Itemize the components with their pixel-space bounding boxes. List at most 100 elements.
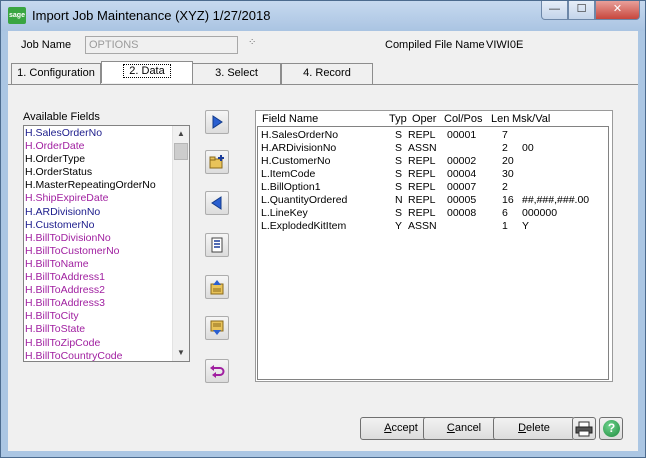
list-item[interactable]: H.OrderDate bbox=[24, 140, 174, 153]
table-row[interactable]: H.CustomerNo S REPL 00002 20 bbox=[258, 155, 608, 168]
add-all-fields-button[interactable] bbox=[205, 150, 229, 174]
scroll-up-icon[interactable]: ▲ bbox=[173, 126, 189, 142]
add-field-button[interactable] bbox=[205, 110, 229, 134]
cell-field: H.ARDivisionNo bbox=[261, 142, 337, 154]
list-item[interactable]: H.OrderStatus bbox=[24, 166, 174, 179]
delete-hotkey: D bbox=[518, 422, 527, 434]
delete-button[interactable]: Delete bbox=[493, 417, 575, 440]
vertical-scrollbar[interactable]: ▲ ▼ bbox=[172, 126, 189, 361]
cell-typ: Y bbox=[395, 220, 403, 232]
col-header-typ: Typ bbox=[389, 113, 407, 125]
cell-len: 2 bbox=[502, 181, 508, 193]
compiled-file-label: Compiled File Name bbox=[385, 39, 485, 51]
tab-label: 4. Record bbox=[303, 67, 351, 79]
undo-button[interactable] bbox=[205, 359, 229, 383]
client-area: Job Name OPTIONS ⁘ Compiled File Name VI… bbox=[8, 31, 638, 451]
list-item[interactable]: H.CustomerNo bbox=[24, 219, 174, 232]
table-row[interactable]: L.QuantityOrdered N REPL 00005 16 ##,###,###.… bbox=[258, 194, 608, 207]
tab-data[interactable]: 2. Data bbox=[101, 61, 193, 83]
list-item[interactable]: H.BillToCustomerNo bbox=[24, 245, 174, 258]
document-list-icon bbox=[211, 237, 223, 253]
cancel-hotkey: C bbox=[446, 422, 455, 434]
accept-hotkey: A bbox=[384, 422, 392, 434]
tab-label: 2. Data bbox=[123, 64, 171, 78]
col-header-colpos: Col/Pos bbox=[444, 113, 483, 125]
list-item[interactable]: H.BillToDivisionNo bbox=[24, 232, 174, 245]
cell-oper: REPL bbox=[408, 129, 436, 141]
cell-colpos: 00004 bbox=[447, 168, 477, 180]
col-header-field-name: Field Name bbox=[262, 113, 319, 125]
remove-field-button[interactable] bbox=[205, 191, 229, 215]
list-item[interactable]: H.ShipExpireDate bbox=[24, 192, 174, 205]
cell-typ: N bbox=[395, 194, 403, 206]
tab-select[interactable]: 3. Select bbox=[192, 63, 281, 84]
cell-colpos: 00005 bbox=[447, 194, 477, 206]
printer-icon bbox=[575, 421, 593, 437]
table-row[interactable]: L.BillOption1 S REPL 00007 2 bbox=[258, 181, 608, 194]
table-row[interactable]: L.ItemCode S REPL 00004 30 bbox=[258, 168, 608, 181]
list-item[interactable]: H.BillToName bbox=[24, 258, 174, 271]
list-item[interactable]: H.BillToAddress1 bbox=[24, 271, 174, 284]
cell-oper: REPL bbox=[408, 155, 436, 167]
accept-label: ccept bbox=[391, 422, 418, 434]
cell-oper: ASSN bbox=[408, 220, 437, 232]
cell-field: L.ItemCode bbox=[261, 168, 316, 180]
table-row[interactable]: L.LineKey S REPL 00008 6 000000 bbox=[258, 207, 608, 220]
field-list-button[interactable] bbox=[205, 233, 229, 257]
move-up-button[interactable] bbox=[205, 275, 229, 299]
window-title: Import Job Maintenance (XYZ) 1/27/2018 bbox=[32, 8, 271, 23]
list-item[interactable]: H.SalesOrderNo bbox=[24, 127, 174, 140]
cell-oper: REPL bbox=[408, 194, 436, 206]
print-button[interactable] bbox=[572, 417, 596, 440]
col-header-mskval: Msk/Val bbox=[512, 113, 551, 125]
maximize-button[interactable]: ☐ bbox=[568, 1, 595, 20]
tab-configuration[interactable]: 1. Configuration bbox=[11, 63, 101, 84]
cell-field: L.QuantityOrdered bbox=[261, 194, 348, 206]
list-item[interactable]: H.BillToAddress3 bbox=[24, 297, 174, 310]
table-row[interactable]: H.SalesOrderNo S REPL 00001 7 bbox=[258, 129, 608, 142]
list-item[interactable]: H.BillToCountryCode bbox=[24, 350, 174, 361]
cell-len: 1 bbox=[502, 220, 508, 232]
job-name-input[interactable]: OPTIONS bbox=[85, 36, 238, 54]
close-button[interactable]: ✕ bbox=[595, 1, 640, 20]
cell-field: H.CustomerNo bbox=[261, 155, 331, 167]
list-item[interactable]: H.BillToState bbox=[24, 323, 174, 336]
available-fields-list[interactable]: H.SalesOrderNo H.OrderDate H.OrderType H.Or… bbox=[23, 125, 190, 362]
cell-field: L.BillOption1 bbox=[261, 181, 321, 193]
cell-msk: 00 bbox=[522, 142, 534, 154]
scroll-thumb[interactable] bbox=[174, 143, 188, 160]
cell-field: L.LineKey bbox=[261, 207, 308, 219]
list-item[interactable]: H.BillToCity bbox=[24, 310, 174, 323]
import-fields-list[interactable]: H.SalesOrderNo S REPL 00001 7 H.ARDivisionNo S… bbox=[257, 126, 609, 380]
list-item[interactable]: H.OrderType bbox=[24, 153, 174, 166]
cell-oper: ASSN bbox=[408, 142, 437, 154]
cell-len: 6 bbox=[502, 207, 508, 219]
table-row[interactable]: H.ARDivisionNo S ASSN 2 00 bbox=[258, 142, 608, 155]
cell-oper: REPL bbox=[408, 168, 436, 180]
cell-typ: S bbox=[395, 168, 403, 180]
minimize-button[interactable]: — bbox=[541, 1, 568, 20]
table-row[interactable]: L.ExplodedKitItem Y ASSN 1 Y bbox=[258, 220, 608, 233]
cell-typ: S bbox=[395, 207, 403, 219]
cell-len: 30 bbox=[502, 168, 514, 180]
cell-field: H.SalesOrderNo bbox=[261, 129, 339, 141]
available-fields-items: H.SalesOrderNo H.OrderDate H.OrderType H.Or… bbox=[24, 127, 174, 361]
main-window: sage Import Job Maintenance (XYZ) 1/27/2… bbox=[0, 0, 646, 458]
title-bar[interactable]: sage Import Job Maintenance (XYZ) 1/27/2… bbox=[1, 1, 645, 31]
tab-label: 3. Select bbox=[215, 67, 258, 79]
bottom-toolbar: Accept Cancel Delete ? bbox=[8, 404, 638, 451]
job-lookup-icon[interactable]: ⁘ bbox=[248, 37, 256, 48]
list-item[interactable]: H.MasterRepeatingOrderNo bbox=[24, 179, 174, 192]
help-button[interactable]: ? bbox=[599, 417, 623, 440]
scroll-down-icon[interactable]: ▼ bbox=[173, 345, 189, 361]
list-item[interactable]: H.BillToAddress2 bbox=[24, 284, 174, 297]
move-up-icon bbox=[210, 280, 224, 295]
cell-msk: Y bbox=[522, 220, 530, 232]
tab-record[interactable]: 4. Record bbox=[281, 63, 373, 84]
available-fields-label: Available Fields bbox=[23, 111, 100, 123]
move-down-button[interactable] bbox=[205, 316, 229, 340]
compiled-file-value: VIWI0E bbox=[486, 39, 524, 51]
list-item[interactable]: H.BillToZipCode bbox=[24, 337, 174, 350]
move-down-icon bbox=[210, 320, 224, 335]
list-item[interactable]: H.ARDivisionNo bbox=[24, 206, 174, 219]
